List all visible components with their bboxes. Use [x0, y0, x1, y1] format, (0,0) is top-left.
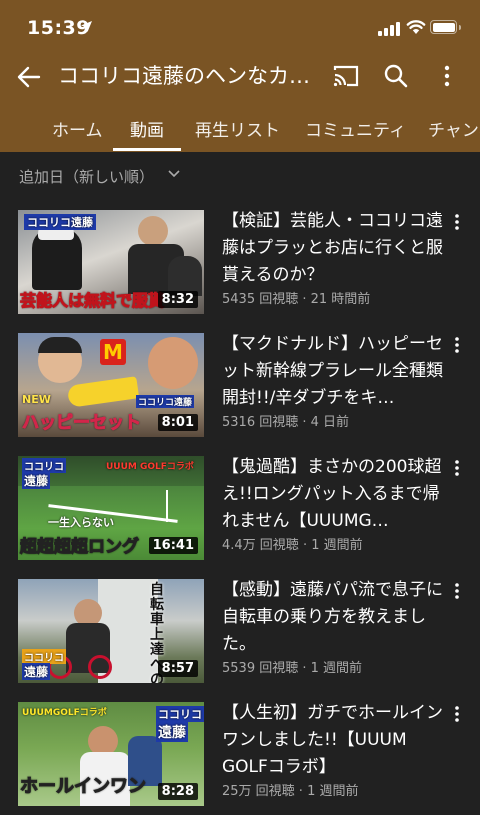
video-duration: 8:28: [157, 783, 198, 800]
tab-playlists[interactable]: 再生リスト: [195, 116, 280, 141]
video-item[interactable]: 自転車上達への道 ココリコ 遠藤 8:57 【感動】遠藤パパ流で息子に自転車の乗…: [0, 579, 480, 687]
video-menu-icon[interactable]: [452, 704, 462, 724]
video-title[interactable]: 【検証】芸能人・ココリコ遠藤はプラッとお店に行くと服貰えるのか？: [222, 208, 448, 289]
search-icon[interactable]: [382, 62, 410, 90]
video-menu-icon[interactable]: [452, 458, 462, 478]
video-title[interactable]: 【マクドナルド】ハッピーセット新幹線プラレール全種類開封!!/辛ダブチをキ…: [222, 331, 448, 412]
active-tab-indicator: [113, 148, 181, 151]
channel-header: 15:39 ココリコ遠藤のヘンなカ… ホーム 動画 再生リスト コミュニティ チ…: [0, 0, 480, 152]
video-item[interactable]: ココリコ遠藤 芸能人は無料で服貰 8:32 【検証】芸能人・ココリコ遠藤はプラッ…: [0, 210, 480, 318]
video-thumbnail[interactable]: M NEW ハッピーセット ココリコ遠藤 8:01: [18, 333, 204, 437]
thumbnail-caption: ココリコ遠藤: [136, 395, 195, 408]
thumbnail-caption: ホールインワン: [20, 776, 147, 798]
video-thumbnail[interactable]: UUUMGOLFコラボ ココリコ 遠藤 ホールインワン 8:28: [18, 702, 204, 806]
video-thumbnail[interactable]: ココリコ 遠藤 UUUM GOLFコラボ 一生入らない 超超超超ロング 16:4…: [18, 456, 204, 560]
thumbnail-caption: UUUM GOLFコラボ: [106, 462, 194, 472]
location-arrow-icon: [81, 21, 92, 32]
video-item[interactable]: M NEW ハッピーセット ココリコ遠藤 8:01 【マクドナルド】ハッピーセッ…: [0, 333, 480, 441]
cellular-signal-icon: [378, 22, 402, 36]
video-item[interactable]: ココリコ 遠藤 UUUM GOLFコラボ 一生入らない 超超超超ロング 16:4…: [0, 456, 480, 564]
video-meta: 4.4万 回視聴 · 1 週間前: [222, 538, 363, 553]
tab-videos[interactable]: 動画: [130, 116, 164, 141]
tab-home[interactable]: ホーム: [52, 116, 103, 141]
thumbnail-caption: 一生入らない: [48, 516, 114, 529]
video-title[interactable]: 【感動】遠藤パパ流で息子に自転車の乗り方を教えました。: [222, 577, 448, 658]
video-duration: 8:01: [157, 414, 198, 431]
channel-title: ココリコ遠藤のヘンなカ…: [58, 64, 310, 88]
back-arrow-icon[interactable]: [14, 62, 44, 92]
video-thumbnail[interactable]: 自転車上達への道 ココリコ 遠藤 8:57: [18, 579, 204, 683]
thumbnail-caption: 遠藤: [156, 722, 188, 742]
tab-channels[interactable]: チャンネ: [428, 116, 480, 141]
status-bar: 15:39: [0, 0, 480, 56]
video-menu-icon[interactable]: [452, 335, 462, 355]
sort-label: 追加日（新しい順）: [19, 168, 155, 186]
battery-icon: [430, 20, 461, 34]
video-duration: 8:32: [157, 291, 198, 308]
video-title[interactable]: 【鬼過酷】まさかの200球超え!!ロングパット入るまで帰れません【UUUMG…: [222, 454, 448, 535]
video-item[interactable]: UUUMGOLFコラボ ココリコ 遠藤 ホールインワン 8:28 【人生初】ガチ…: [0, 702, 480, 810]
video-menu-icon[interactable]: [452, 581, 462, 601]
tab-community[interactable]: コミュニティ: [305, 116, 406, 141]
video-duration: 16:41: [148, 537, 198, 554]
thumbnail-caption: ココリコ: [22, 649, 66, 664]
more-vert-icon[interactable]: [440, 62, 454, 90]
video-meta: 5435 回視聴 · 21 時間前: [222, 292, 371, 307]
wifi-icon: [406, 20, 426, 34]
thumbnail-caption: 遠藤: [22, 472, 51, 489]
sort-dropdown[interactable]: 追加日（新しい順）: [0, 152, 480, 198]
thumbnail-caption: ハッピーセット: [22, 413, 142, 434]
thumbnail-caption: ココリコ: [156, 706, 204, 722]
thumbnail-caption: 遠藤: [22, 663, 51, 680]
thumbnail-caption: ココリコ: [22, 458, 66, 473]
thumbnail-caption: UUUMGOLFコラボ: [22, 708, 107, 718]
chevron-down-icon: [168, 170, 180, 178]
video-meta: 5316 回視聴 · 4 日前: [222, 415, 350, 430]
thumbnail-caption: NEW: [22, 393, 51, 406]
video-meta: 25万 回視聴 · 1 週間前: [222, 784, 359, 799]
video-duration: 8:57: [157, 660, 198, 677]
video-thumbnail[interactable]: ココリコ遠藤 芸能人は無料で服貰 8:32: [18, 210, 204, 314]
thumbnail-caption: 超超超超ロング: [20, 537, 140, 558]
cast-icon[interactable]: [332, 63, 360, 89]
video-menu-icon[interactable]: [452, 212, 462, 232]
video-title[interactable]: 【人生初】ガチでホールインワンしました!!【UUUM GOLFコラボ】: [222, 700, 448, 781]
app-bar: ココリコ遠藤のヘンなカ…: [0, 56, 480, 98]
video-meta: 5539 回視聴 · 1 週間前: [222, 661, 363, 676]
thumbnail-caption: 芸能人は無料で服貰: [19, 291, 165, 311]
channel-tabs: ホーム 動画 再生リスト コミュニティ チャンネ: [0, 106, 480, 152]
thumbnail-caption: ココリコ遠藤: [24, 214, 96, 230]
